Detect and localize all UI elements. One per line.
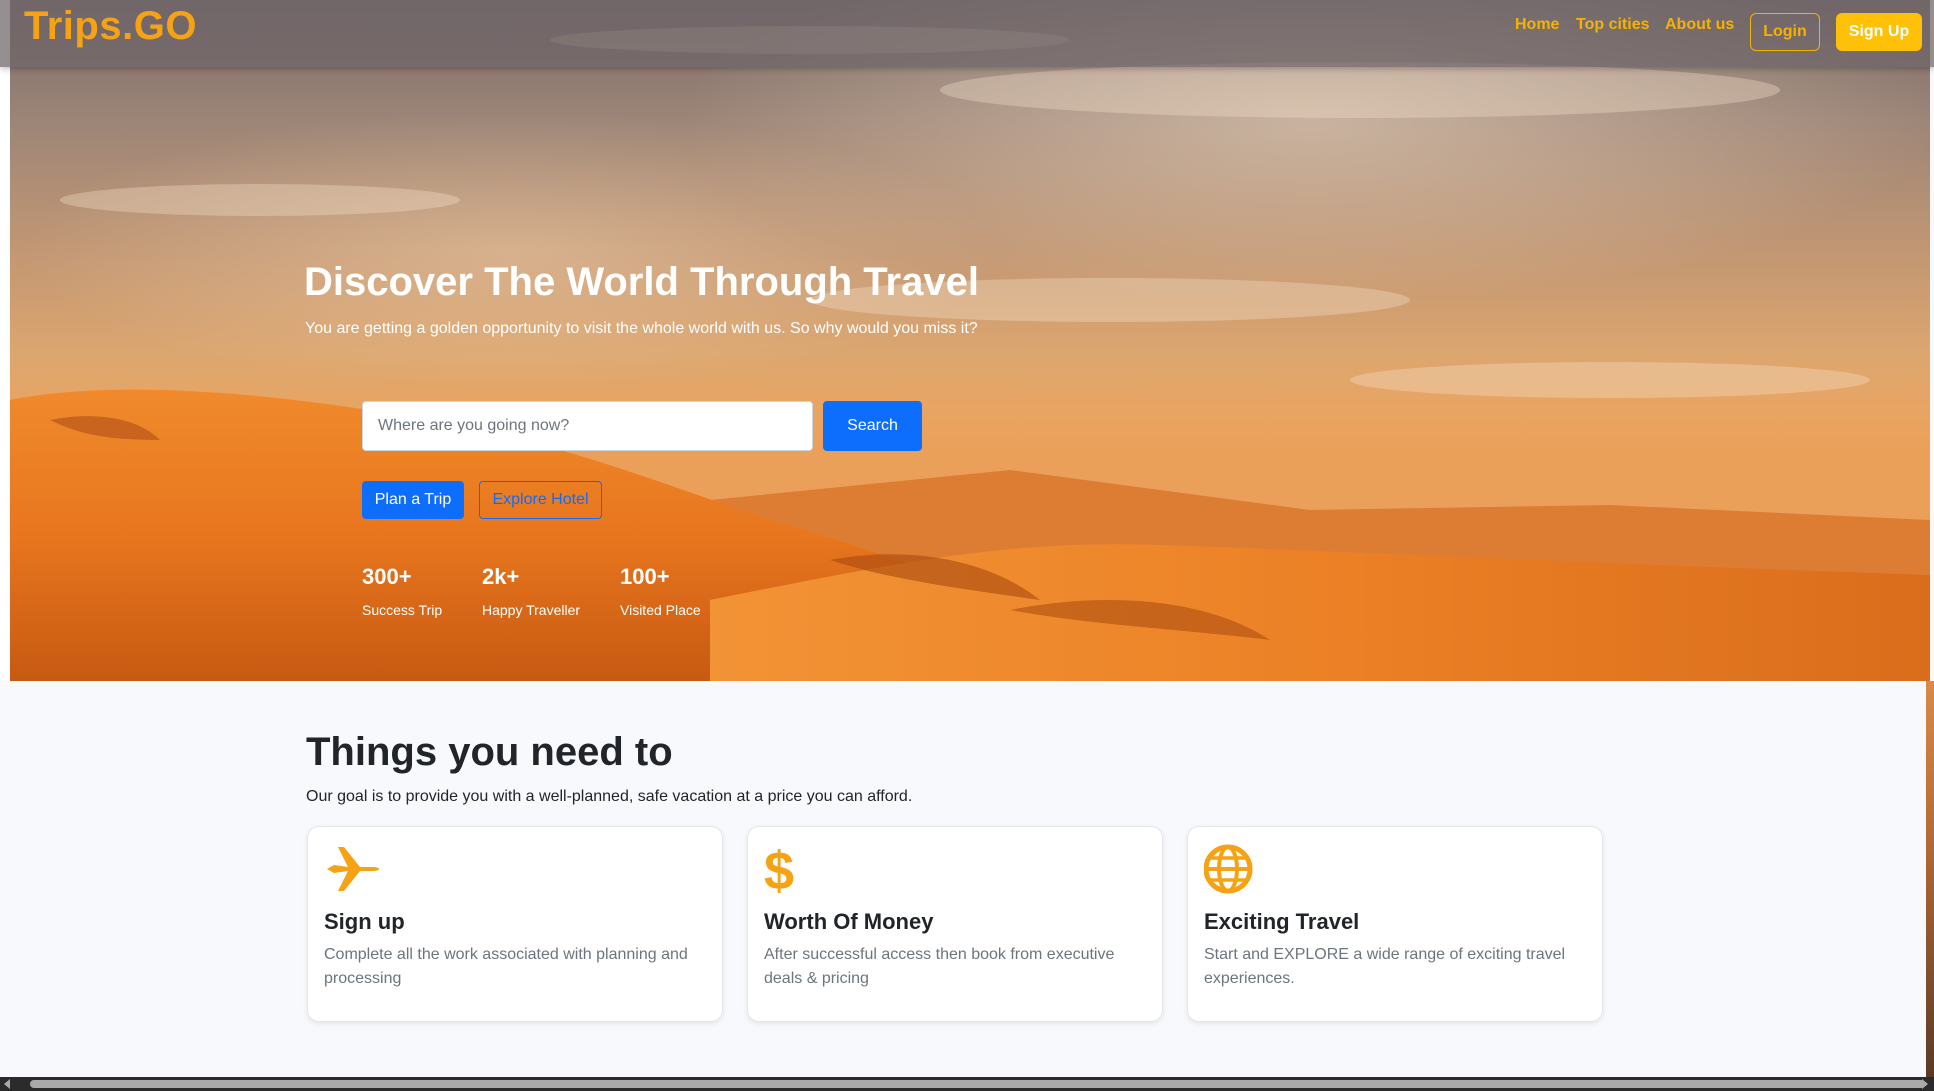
plan-trip-button[interactable]: Plan a Trip — [362, 481, 464, 519]
navbar: Trips.GO Home Top cities About us Login … — [0, 0, 1934, 67]
scroll-left-arrow-icon[interactable] — [4, 1079, 10, 1089]
stat-number: 2k+ — [482, 564, 520, 589]
login-button[interactable]: Login — [1750, 13, 1820, 51]
scroll-right-arrow-icon[interactable] — [1922, 1079, 1928, 1089]
section-title: Things you need to — [306, 730, 673, 774]
globe-icon — [1204, 844, 1253, 894]
signup-button[interactable]: Sign Up — [1836, 13, 1922, 51]
scrollbar-thumb[interactable] — [30, 1080, 1925, 1088]
destination-search-input[interactable] — [362, 401, 813, 451]
search-button[interactable]: Search — [823, 401, 922, 451]
stat-number: 100+ — [620, 564, 670, 589]
section-subtitle: Our goal is to provide you with a well-p… — [306, 788, 913, 805]
hero-subtitle: You are getting a golden opportunity to … — [305, 320, 978, 337]
hero-section — [10, 0, 1930, 681]
stat-label: Success Trip — [362, 602, 443, 618]
card-text: Start and EXPLORE a wide range of exciti… — [1204, 946, 1566, 987]
card-title: Sign up — [324, 909, 405, 934]
card-text: Complete all the work associated with pl… — [324, 946, 688, 987]
hero-title: Discover The World Through Travel — [304, 260, 979, 304]
card-title: Exciting Travel — [1204, 909, 1360, 934]
dollar-icon: $ — [764, 843, 794, 895]
stat-number: 300+ — [362, 564, 412, 589]
stat-label: Happy Traveller — [482, 602, 581, 618]
page-left-edge — [0, 0, 10, 681]
nav-link-about-us[interactable]: About us — [1665, 16, 1734, 34]
svg-text:$: $ — [764, 843, 794, 895]
desert-background-image — [10, 26, 1930, 681]
explore-hotel-button[interactable]: Explore Hotel — [479, 481, 602, 519]
airplane-icon — [327, 847, 379, 891]
card-title: Worth Of Money — [764, 909, 934, 934]
feature-card-exciting-travel: Exciting Travel Start and EXPLORE a wide… — [1187, 826, 1603, 1022]
feature-card-worth-of-money: $ Worth Of Money After successful access… — [747, 826, 1163, 1022]
horizontal-scrollbar[interactable] — [0, 1077, 1934, 1091]
page-right-edge — [1926, 681, 1934, 1077]
stat-label: Visited Place — [620, 602, 701, 618]
nav-link-home[interactable]: Home — [1515, 16, 1559, 34]
brand-logo[interactable]: Trips.GO — [24, 4, 197, 49]
nav-link-top-cities[interactable]: Top cities — [1576, 16, 1650, 34]
feature-card-sign-up: Sign up Complete all the work associated… — [307, 826, 723, 1022]
card-text: After successful access then book from e… — [764, 946, 1115, 987]
